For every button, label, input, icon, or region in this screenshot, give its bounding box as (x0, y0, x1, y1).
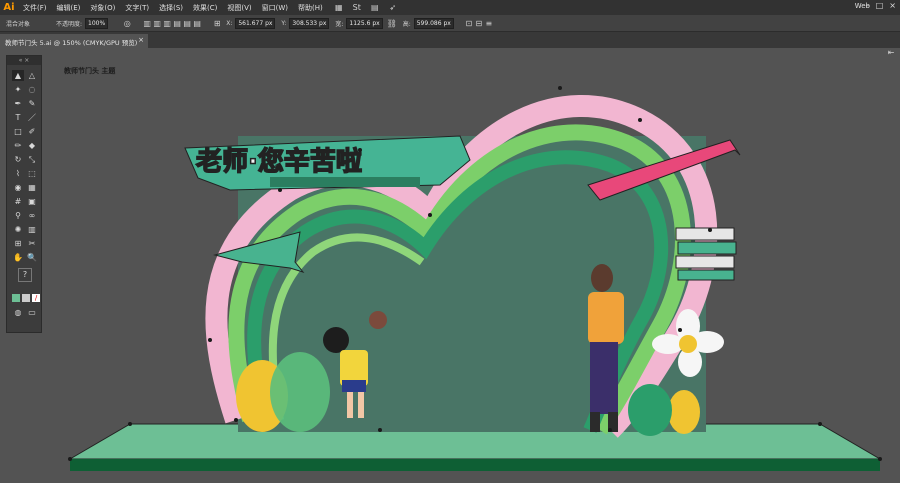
mesh-tool-icon[interactable]: # (12, 196, 24, 207)
type-tool-icon[interactable]: T (12, 112, 24, 123)
magic-wand-tool-icon[interactable]: ✦ (12, 84, 24, 95)
screen-mode-icon[interactable]: ▭ (26, 307, 38, 318)
fill-stroke-swatch-icon[interactable]: ? (18, 268, 32, 282)
artboard-canvas[interactable]: 老师·您辛苦啦 (0, 0, 900, 483)
eraser-tool-icon[interactable]: ◆ (26, 140, 38, 151)
subtitle-bar (270, 177, 420, 187)
rotate-tool-icon[interactable]: ↻ (12, 154, 24, 165)
tools-panel: « × ▲ △ ✦ ◌ ✒ ✎ T ／ □ ✐ ✏ ◆ ↻ ⤡ ⌇ ⬚ ◉ ▦ … (6, 55, 42, 333)
pen-tool-icon[interactable]: ✒ (12, 98, 24, 109)
selection-tool-icon[interactable]: ▲ (12, 70, 24, 81)
lasso-tool-icon[interactable]: ◌ (26, 84, 38, 95)
symbol-sprayer-tool-icon[interactable]: ✺ (12, 224, 24, 235)
book-stack (675, 227, 737, 281)
blend-tool-icon[interactable]: ∞ (26, 210, 38, 221)
color-mode-icon[interactable] (12, 294, 20, 302)
canvas-note-text: 教师节门头 主题 (64, 67, 116, 75)
paintbrush-tool-icon[interactable]: ✐ (26, 126, 38, 137)
graph-tool-icon[interactable]: ▥ (26, 224, 38, 235)
slice-tool-icon[interactable]: ✂ (26, 238, 38, 249)
gradient-mode-icon[interactable] (22, 294, 30, 302)
scale-tool-icon[interactable]: ⤡ (26, 154, 38, 165)
draw-mode-icon[interactable]: ◍ (12, 307, 24, 318)
none-mode-icon[interactable]: / (32, 294, 40, 302)
tools-panel-header[interactable]: « × (7, 56, 41, 65)
eyedropper-tool-icon[interactable]: ⚲ (12, 210, 24, 221)
shape-builder-tool-icon[interactable]: ◉ (12, 182, 24, 193)
direct-selection-tool-icon[interactable]: △ (26, 70, 38, 81)
leaf-green-left (270, 352, 330, 432)
title-text: 老师·您辛苦啦 (196, 146, 362, 177)
shaper-tool-icon[interactable]: ✏ (12, 140, 24, 151)
artboard-tool-icon[interactable]: ⊞ (12, 238, 24, 249)
hand-tool-icon[interactable]: ✋ (12, 252, 24, 263)
free-transform-tool-icon[interactable]: ⬚ (26, 168, 38, 179)
stage-front (70, 459, 880, 471)
leaf-green-right (628, 384, 672, 436)
curvature-tool-icon[interactable]: ✎ (26, 98, 38, 109)
panel-dock-icon[interactable]: ⇤ (886, 48, 896, 57)
zoom-tool-icon[interactable]: 🔍 (26, 252, 38, 263)
width-tool-icon[interactable]: ⌇ (12, 168, 24, 179)
line-tool-icon[interactable]: ／ (26, 112, 38, 123)
right-panel-dock: ⇤ (886, 48, 900, 88)
rectangle-tool-icon[interactable]: □ (12, 126, 24, 137)
perspective-grid-tool-icon[interactable]: ▦ (26, 182, 38, 193)
gradient-tool-icon[interactable]: ▣ (26, 196, 38, 207)
leaf-yellow-right (668, 390, 700, 434)
